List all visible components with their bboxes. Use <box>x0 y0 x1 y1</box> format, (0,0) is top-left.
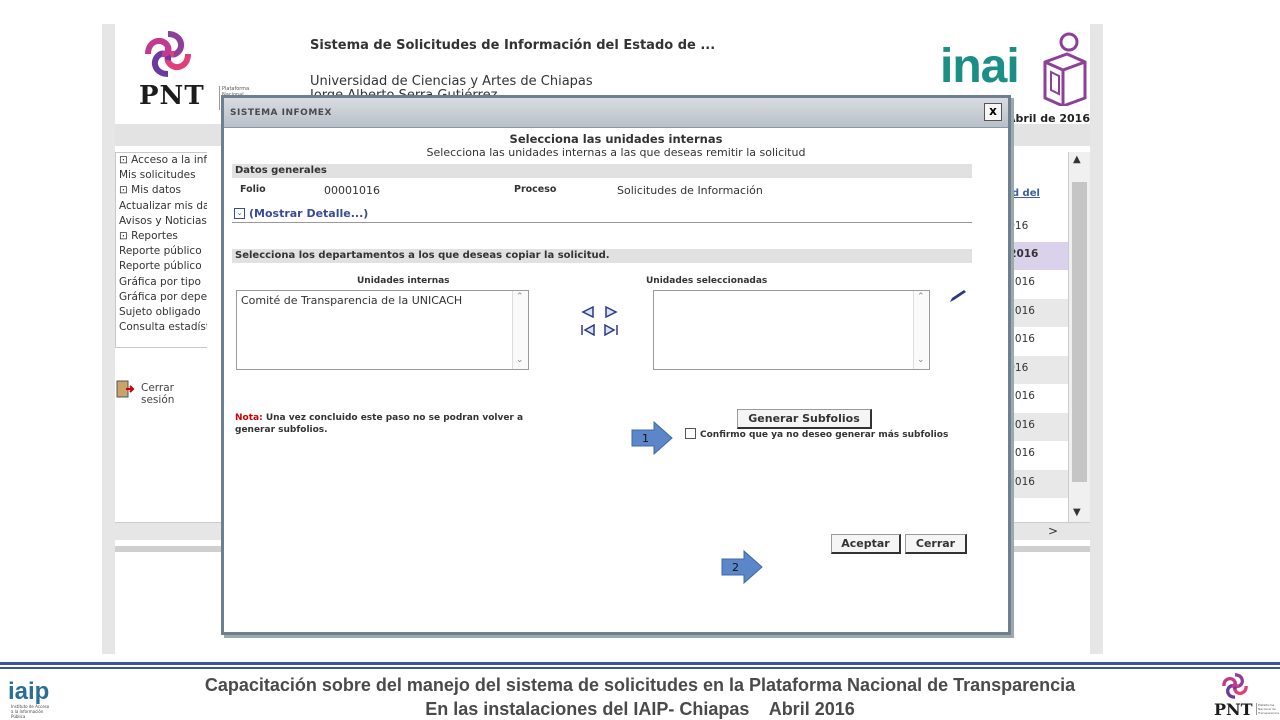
nav-item[interactable]: Reporte público <box>116 244 207 259</box>
footer-rule-thick <box>0 662 1280 665</box>
vertical-scrollbar[interactable]: ▲ ▼ <box>1068 152 1090 522</box>
nav-item[interactable]: Gráfica por tipo <box>116 275 207 290</box>
callout-arrow-icon <box>721 549 763 585</box>
system-title: Sistema de Solicitudes de Información de… <box>310 38 716 53</box>
nota-label: Nota: <box>235 413 263 423</box>
callout-number: 2 <box>732 561 739 574</box>
slide: PNT Plataforma Nacional de Transparencia… <box>0 0 1280 720</box>
logout-label: Cerrar sesión <box>141 382 175 406</box>
divider <box>232 222 972 223</box>
confirm-checkbox[interactable] <box>685 428 696 439</box>
dialog-subheading: Selecciona las unidades internas a las q… <box>426 146 806 159</box>
scroll-right-icon[interactable]: > <box>1048 524 1058 538</box>
university-name: Universidad de Ciencias y Artes de Chiap… <box>310 74 593 89</box>
pnt-wordmark: PNT <box>139 81 205 111</box>
pnt-small-text: Plataforma Nacional de Transparencia <box>1256 703 1279 715</box>
pnt-footer-logo: PNT Plataforma Nacional de Transparencia <box>1212 672 1279 720</box>
callout-arrow-icon <box>631 420 673 456</box>
nav-item[interactable]: Actualizar mis datos <box>116 199 207 214</box>
footer-rule-thin <box>0 667 1280 669</box>
move-all-right-icon[interactable] <box>604 324 618 336</box>
app-window: PNT Plataforma Nacional de Transparencia… <box>115 24 1090 654</box>
proceso-label: Proceso <box>514 184 557 195</box>
chevron-down-icon[interactable]: ⌄ <box>917 355 925 365</box>
scrollbar-thumb[interactable] <box>1072 182 1087 482</box>
close-button[interactable]: x <box>984 103 1002 121</box>
nav-item[interactable]: Avisos y Noticias <box>116 214 207 229</box>
folio-label: Folio <box>240 184 266 195</box>
unidades-internas-list[interactable]: Comité de Transparencia de la UNICACH ⌃ … <box>236 290 529 370</box>
screenshot-frame: PNT Plataforma Nacional de Transparencia… <box>102 24 1103 654</box>
nav-item[interactable]: ⊡ Acceso a la información <box>116 153 207 168</box>
callout-number: 1 <box>642 432 649 445</box>
logout-link[interactable]: Cerrar sesión <box>115 379 207 406</box>
confirm-label: Confirmo que ya no deseo generar más sub… <box>700 430 949 440</box>
generar-subfolios-button[interactable]: Generar Subfolios <box>737 409 872 429</box>
pencil-icon[interactable] <box>948 288 968 304</box>
dialog-title: SISTEMA INFOMEX <box>230 108 332 118</box>
chevron-up-icon[interactable]: ⌃ <box>516 292 524 302</box>
section-datos-generales: Datos generales <box>232 164 972 178</box>
chevron-down-icon[interactable]: ⌄ <box>516 355 524 365</box>
move-left-icon[interactable] <box>581 306 595 318</box>
nav-item[interactable]: Sujeto obligado <box>116 305 207 320</box>
list-scrollbar[interactable]: ⌃ ⌄ <box>512 291 528 369</box>
inai-wordmark: inai <box>940 40 1020 93</box>
cerrar-button[interactable]: Cerrar <box>905 534 967 554</box>
footer-subtitle: En las instalaciones del IAIP- Chiapas A… <box>425 699 855 719</box>
move-right-icon[interactable] <box>604 306 618 318</box>
inai-person-icon <box>1043 32 1087 106</box>
pnt-swirl-icon <box>145 31 191 77</box>
show-detail-link[interactable]: (Mostrar Detalle...) <box>249 207 368 220</box>
section-departamentos: Selecciona los departamentos a los que d… <box>232 249 972 263</box>
chevron-up-icon[interactable]: ⌃ <box>917 292 925 302</box>
aceptar-button[interactable]: Aceptar <box>831 534 901 554</box>
infomex-dialog: SISTEMA INFOMEX x Selecciona las unidade… <box>221 95 1011 635</box>
footer-rule <box>0 662 1280 670</box>
nav-item[interactable]: ⊡ Reportes <box>116 229 207 244</box>
nota-body: Una vez concluido este paso no se podran… <box>235 413 524 435</box>
scroll-up-icon[interactable]: ▲ <box>1073 154 1081 165</box>
proceso-value: Solicitudes de Información <box>617 184 763 197</box>
expand-chevron-icon[interactable]: ⌄ <box>234 208 245 219</box>
nav-item[interactable]: Mis solicitudes <box>116 168 207 183</box>
nota-text: Nota: Una vez concluido este paso no se … <box>235 412 555 436</box>
nav-item[interactable]: Reporte público <box>116 259 207 274</box>
nav-item[interactable]: Gráfica por dependencia <box>116 290 207 305</box>
folio-value: 00001016 <box>324 184 380 197</box>
dialog-heading: Selecciona las unidades internas <box>509 132 723 146</box>
logout-door-icon <box>116 380 135 398</box>
list-scrollbar[interactable]: ⌃ ⌄ <box>913 291 929 369</box>
footer-title: Capacitación sobre del manejo del sistem… <box>204 675 1076 695</box>
pnt-swirl-icon <box>1222 673 1248 699</box>
nav-item[interactable]: ⊡ Mis datos <box>116 183 207 198</box>
unidades-seleccionadas-header: Unidades seleccionadas <box>646 276 768 286</box>
unidades-internas-header: Unidades internas <box>357 276 450 286</box>
dialog-titlebar[interactable]: SISTEMA INFOMEX x <box>224 98 1008 128</box>
left-navigation: ⊡ Acceso a la información Mis solicitude… <box>115 152 207 348</box>
pnt-wordmark: PNT <box>1214 700 1253 719</box>
nav-item[interactable]: Consulta estadística <box>116 320 207 335</box>
move-all-left-icon[interactable] <box>581 324 595 336</box>
unidades-seleccionadas-list[interactable]: ⌃ ⌄ <box>653 290 930 370</box>
scroll-down-icon[interactable]: ▼ <box>1073 507 1081 518</box>
list-item[interactable]: Comité de Transparencia de la UNICACH <box>241 294 462 307</box>
